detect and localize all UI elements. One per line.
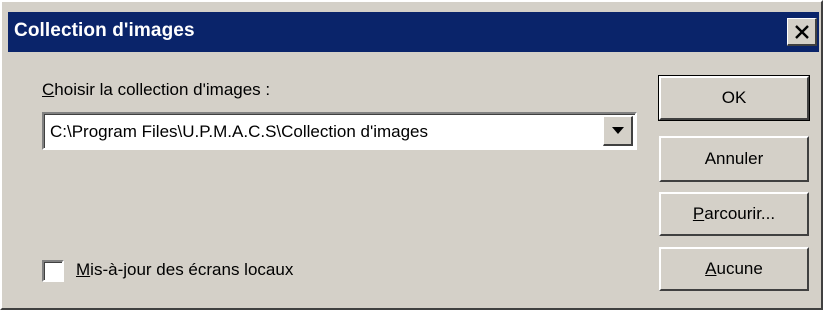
collection-combobox-value: C:\Program Files\U.P.M.A.C.S\Collection … [50,122,429,141]
browse-button-accel: P [692,204,705,223]
close-icon [795,25,809,39]
combobox-dropdown-button[interactable] [603,116,633,146]
checkbox-label-text: is-à-jour des écrans locaux [90,260,294,279]
none-button-accel: A [705,259,717,278]
close-button[interactable] [787,18,817,46]
dialog-window: Collection d'images Choisir la collectio… [0,0,823,310]
cancel-button[interactable]: Annuler [659,136,809,182]
cancel-button-label: Annuler [704,149,764,168]
collection-combobox[interactable]: C:\Program Files\U.P.M.A.C.S\Collection … [42,112,637,150]
checkbox-label-accel: M [76,260,91,279]
checkbox-label: Mis-à-jour des écrans locaux [76,260,293,280]
window-title: Collection d'images [14,20,195,41]
ok-button[interactable]: OK [658,75,810,121]
browse-button[interactable]: Parcourir... [659,192,809,236]
none-button[interactable]: Aucune [659,247,809,291]
chevron-down-icon [612,127,624,134]
collection-label-accel: C [42,80,55,99]
collection-label-text: hoisir la collection d'images : [54,80,271,99]
none-button-label: ucune [716,259,763,278]
ok-button-label: OK [721,88,747,107]
browse-button-label: arcourir... [704,204,776,223]
collection-label: Choisir la collection d'images : [42,80,270,100]
update-local-screens-checkbox[interactable] [42,260,64,282]
title-bar[interactable]: Collection d'images [8,12,819,52]
